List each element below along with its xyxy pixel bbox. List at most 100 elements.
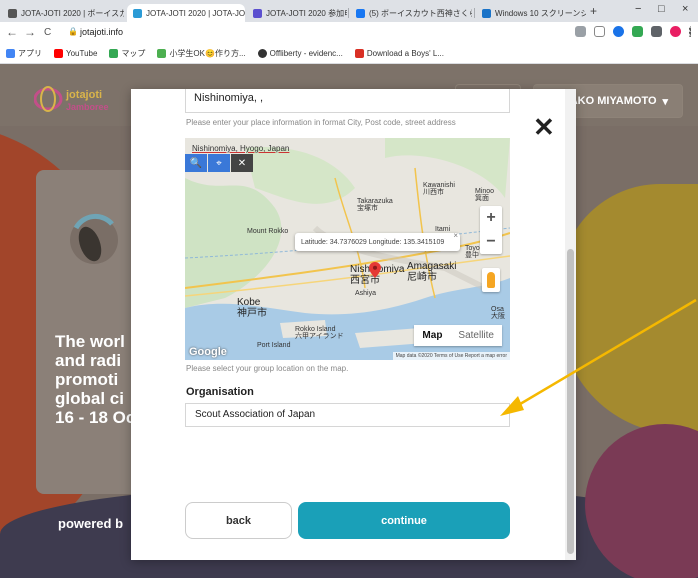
bookmark-label: Download a Boys' L... — [366, 49, 444, 58]
tab-divider — [348, 8, 349, 18]
tab-label: JOTA-JOTI 2020 参加申込 — [266, 8, 347, 18]
location-map[interactable]: Nishinomiya, Hyogo, Japan 🔍 ⌖ ✕ Kawanish… — [185, 138, 510, 360]
extension-icons — [575, 26, 692, 37]
map-type-satellite-button[interactable]: Satellite — [450, 325, 502, 346]
google-logo: Google — [189, 346, 227, 358]
download-site-icon — [354, 49, 364, 58]
translate-icon[interactable] — [575, 26, 586, 37]
caret-down-icon: ▾ — [662, 95, 669, 108]
tab-label: Windows 10 スクリーンショ — [495, 8, 586, 18]
promo-text: The worl and radi promoti global ci 16 -… — [55, 332, 136, 427]
tab-favicon-icon — [356, 8, 365, 18]
browser-toolbar: ← → C 🔒 jotajoti.info — [0, 22, 698, 44]
window-close-icon[interactable]: × — [682, 3, 688, 15]
map-label-mount-rokko: Mount Rokko — [247, 228, 289, 235]
zoom-in-button[interactable]: + — [480, 206, 502, 230]
maximize-icon[interactable]: □ — [658, 3, 665, 15]
map-label-toyonaka: Toyo 豊中 — [465, 245, 480, 260]
offliberty-icon — [257, 49, 267, 58]
map-locate-icon[interactable]: ⌖ — [208, 154, 230, 172]
info-close-icon[interactable]: × — [453, 231, 458, 240]
bookmark-youtube[interactable]: YouTube — [54, 49, 97, 58]
lock-icon: 🔒 — [68, 27, 78, 36]
tab-label: JOTA-JOTI 2020 | ボーイスカ — [21, 8, 124, 18]
map-type-map-button[interactable]: Map — [414, 325, 450, 346]
organisation-input[interactable]: Scout Association of Japan — [185, 403, 510, 427]
map-clear-icon[interactable]: ✕ — [231, 154, 253, 172]
tab-favicon-icon — [482, 8, 491, 18]
extension-chart-icon[interactable] — [632, 26, 643, 37]
forward-arrow-icon[interactable]: → — [24, 25, 36, 39]
browser-tab-5[interactable]: Windows 10 スクリーンショ × — [476, 4, 586, 22]
bookmark-label: 小学生OK😊作り方... — [169, 49, 246, 58]
youtube-icon — [54, 49, 63, 58]
map-label-minoo: Minoo 箕面 — [475, 188, 495, 203]
map-zoom-control: + − — [480, 206, 502, 254]
browser-tab-3[interactable]: JOTA-JOTI 2020 参加申込 × — [247, 4, 347, 22]
organisation-label: Organisation — [186, 386, 254, 398]
tab-favicon-icon — [253, 8, 262, 18]
map-label-takarazuka: Takarazuka 宝塚市 — [357, 198, 393, 213]
map-marker-icon[interactable] — [369, 262, 381, 278]
map-label-amagasaki: Amagasaki 尼崎市 — [407, 261, 457, 283]
map-label-kobe: Kobe 神戸市 — [237, 297, 267, 319]
close-icon[interactable]: ✕ — [533, 114, 555, 140]
bookmark-label: YouTube — [66, 49, 98, 58]
bookmark-label: アプリ — [18, 49, 42, 58]
menu-dots-icon[interactable] — [689, 26, 692, 37]
place-hint: Please enter your place information in f… — [186, 118, 456, 127]
bookmark-offliberty[interactable]: Offliberty - evidenc... — [257, 49, 343, 58]
new-tab-button[interactable]: + — [590, 4, 597, 18]
tab-divider — [474, 8, 475, 18]
logo-text: jotajoti — [65, 89, 102, 101]
browser-tab-strip: JOTA-JOTI 2020 | ボーイスカ × JOTA-JOTI 2020 … — [0, 0, 698, 22]
jotajoti-logo[interactable]: jotajoti Jamboree — [34, 82, 126, 116]
browser-tab-4[interactable]: (5) ボーイスカウト西神さくら × — [350, 4, 472, 22]
star-icon[interactable] — [594, 26, 605, 37]
map-toolbar: 🔍 ⌖ ✕ — [185, 154, 253, 172]
extension-o-icon[interactable] — [613, 26, 624, 37]
place-input[interactable]: Nishinomiya, , — [185, 89, 510, 113]
profile-avatar-icon[interactable] — [670, 26, 681, 37]
map-label-ashiya: Ashiya — [355, 290, 377, 297]
jamboree-emblem-icon — [70, 213, 118, 264]
annotation-arrow-icon — [500, 298, 697, 416]
maps-pin-icon — [109, 49, 119, 58]
bookmark-site-icon — [157, 49, 167, 58]
minimize-icon[interactable]: − — [635, 3, 641, 15]
apps-grid-icon — [6, 49, 15, 58]
street-view-pegman-icon[interactable] — [482, 268, 500, 292]
powered-by-text: powered b — [58, 516, 124, 531]
map-hint: Please select your group location on the… — [186, 364, 349, 373]
logo-subtext: Jamboree — [66, 102, 109, 112]
map-search-icon[interactable]: 🔍 — [185, 154, 207, 172]
back-arrow-icon[interactable]: ← — [6, 25, 18, 39]
zoom-out-button[interactable]: − — [480, 230, 502, 254]
tab-label: (5) ボーイスカウト西神さくら — [369, 8, 472, 18]
browser-tab-2-active[interactable]: JOTA-JOTI 2020 | JOTA-JO × — [127, 4, 245, 22]
map-label-rokko-island: Rokko Island 六甲アイランド — [295, 326, 344, 341]
browser-tab-1[interactable]: JOTA-JOTI 2020 | ボーイスカ × — [2, 4, 124, 22]
map-attribution[interactable]: Map data ©2020 Terms of Use Report a map… — [392, 352, 510, 360]
back-button[interactable]: back — [185, 502, 292, 539]
continue-button[interactable]: continue — [298, 502, 510, 539]
bookmarks-bar: アプリ YouTube マップ 小学生OK😊作り方... Offliberty … — [0, 44, 698, 64]
tab-label: JOTA-JOTI 2020 | JOTA-JO — [146, 8, 245, 18]
map-label-kawanishi: Kawanishi 川西市 — [423, 182, 455, 197]
bookmark-download[interactable]: Download a Boys' L... — [354, 49, 444, 58]
bookmark-apps[interactable]: アプリ — [6, 48, 42, 59]
map-label-port-island: Port Island — [257, 342, 291, 349]
tab-favicon-icon — [133, 8, 142, 18]
map-type-control: Map Satellite — [414, 325, 502, 346]
address-bar[interactable]: jotajoti.info — [80, 27, 123, 37]
map-info-window: Latitude: 34.7376029 Longitude: 135.3415… — [295, 231, 460, 251]
map-search-text[interactable]: Nishinomiya, Hyogo, Japan — [192, 144, 289, 153]
bookmark-maps[interactable]: マップ — [109, 48, 145, 59]
bookmark-craft[interactable]: 小学生OK😊作り方... — [157, 48, 246, 59]
bookmark-label: Offliberty - evidenc... — [269, 49, 343, 58]
puzzle-icon[interactable] — [651, 26, 662, 37]
reload-icon[interactable]: C — [44, 27, 51, 38]
bookmark-label: マップ — [121, 49, 146, 58]
tab-favicon-icon — [8, 8, 17, 18]
coordinates-text: Latitude: 34.7376029 Longitude: 135.3415… — [301, 238, 445, 246]
